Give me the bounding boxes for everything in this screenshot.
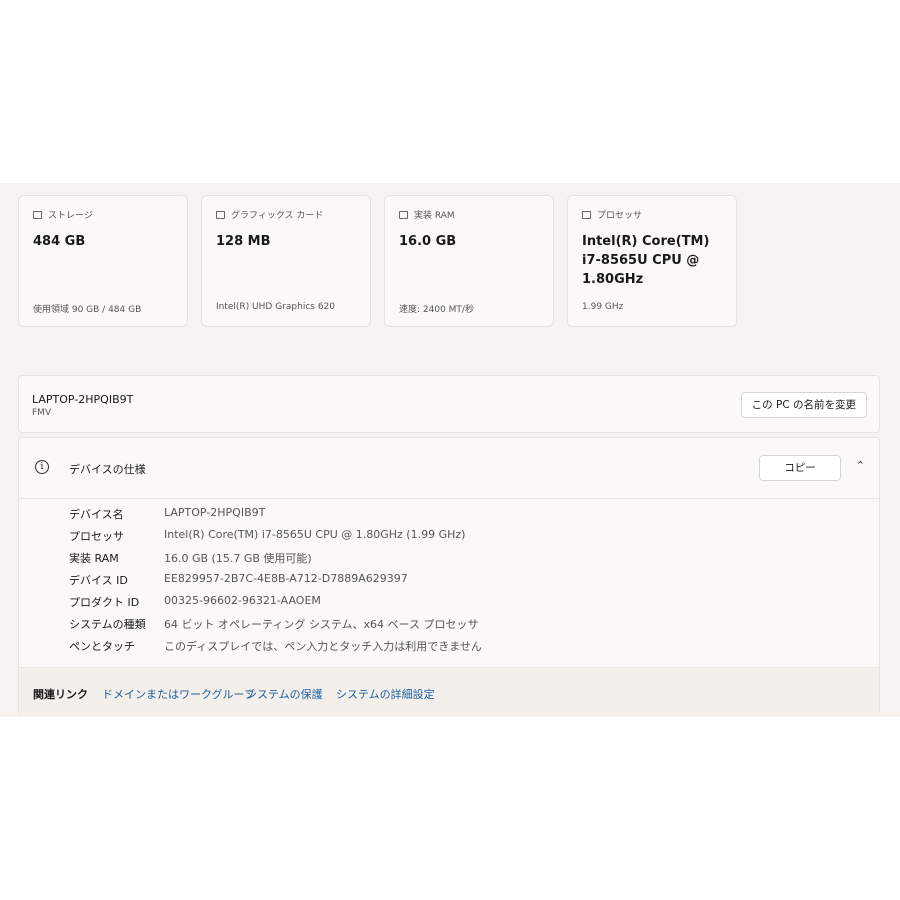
chevron-up-icon[interactable]: ⌃ [856,459,865,472]
processor-icon [582,210,591,219]
graphics-card-icon [216,210,225,219]
card-value: 128 MB [216,234,271,249]
spec-value: このディスプレイでは、ペン入力とタッチ入力は利用できません [164,640,482,653]
spec-value: LAPTOP-2HPQIB9T [164,506,266,519]
related-links-label: 関連リンク [33,688,88,701]
card-sub: 1.99 GHz [582,302,624,312]
spec-value: 16.0 GB (15.7 GB 使用可能) [164,552,312,565]
card-value: 16.0 GB [399,234,457,249]
spec-key: ペンとタッチ [69,640,135,653]
spec-key: デバイス名 [69,508,124,521]
spec-key: デバイス ID [69,574,128,587]
ram-icon [399,210,408,219]
card-sub: Intel(R) UHD Graphics 620 [216,302,335,312]
rename-pc-button[interactable]: この PC の名前を変更 [740,392,867,418]
card-label: プロセッサ [597,211,643,221]
device-spec-section: i デバイスの仕様 コピー ⌃ デバイス名 LAPTOP-2HPQIB9T プロセ… [18,437,880,716]
spec-title: デバイスの仕様 [69,463,146,476]
ram-card[interactable]: 実装 RAM 16.0 GB 速度: 2400 MT/秒 [384,195,554,327]
card-label: ストレージ [48,211,93,221]
processor-card[interactable]: プロセッサ Intel(R) Core(TM) i7-8565U CPU @ 1… [567,195,737,327]
spec-value: 64 ビット オペレーティング システム、x64 ベース プロセッサ [164,618,479,631]
spec-key: システムの種類 [69,618,146,631]
storage-card[interactable]: ストレージ 484 GB 使用領域 90 GB / 484 GB [18,195,188,327]
device-name-box: LAPTOP-2HPQIB9T FMV この PC の名前を変更 [18,375,880,433]
spec-key: プロセッサ [69,530,124,543]
link-system-protection[interactable]: システムの保護 [246,686,323,702]
info-icon: i [35,460,49,474]
graphics-card[interactable]: グラフィックス カード 128 MB Intel(R) UHD Graphics… [201,195,371,327]
spec-value: Intel(R) Core(TM) i7-8565U CPU @ 1.80GHz… [164,528,466,541]
spec-header[interactable]: i デバイスの仕様 コピー ⌃ [19,438,879,499]
spec-key: プロダクト ID [69,596,140,609]
device-name: LAPTOP-2HPQIB9T [32,393,134,406]
card-sub: 使用領域 90 GB / 484 GB [33,305,142,315]
card-value: 484 GB [33,234,86,249]
card-label: 実装 RAM [414,211,455,221]
device-model: FMV [32,408,52,418]
link-domain-workgroup[interactable]: ドメインまたはワークグループ [102,686,255,702]
link-advanced-system-settings[interactable]: システムの詳細設定 [336,686,435,702]
card-label: グラフィックス カード [231,211,324,221]
card-sub: 速度: 2400 MT/秒 [399,305,474,315]
card-value: Intel(R) Core(TM) i7-8565U CPU @ 1.80GHz [582,234,710,287]
storage-icon [33,210,42,219]
spec-key: 実装 RAM [69,552,119,565]
spec-value: EE829957-2B7C-4E8B-A712-D7889A629397 [164,572,408,585]
copy-button[interactable]: コピー [759,455,841,481]
related-links-bar: 関連リンク ドメインまたはワークグループ システムの保護 システムの詳細設定 [19,667,879,716]
spec-value: 00325-96602-96321-AAOEM [164,594,321,607]
